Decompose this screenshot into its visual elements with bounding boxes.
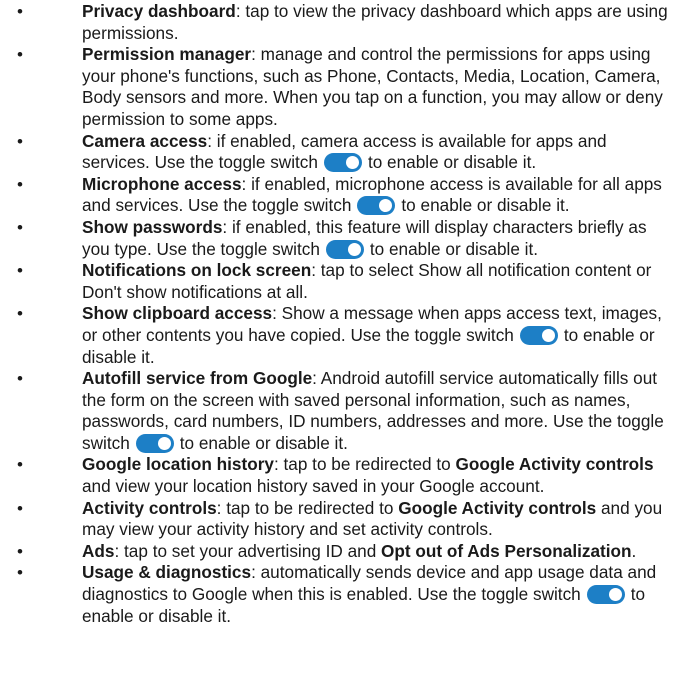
term-autofill-service: Autofill service from Google	[82, 368, 313, 389]
toggle-switch-icon	[325, 239, 364, 259]
description-text: : tap to be redirected to	[273, 454, 451, 475]
list-item-autofill-service: Autofill service from Google: Android au…	[0, 368, 677, 454]
list-item-show-passwords: Show passwords: if enabled, this feature…	[0, 217, 677, 260]
settings-help-document: Privacy dashboard: tap to view the priva…	[0, 0, 677, 690]
toggle-switch-icon	[357, 196, 396, 216]
list-item-ads: Ads: tap to set your advertising ID and …	[0, 541, 677, 563]
list-item-microphone-access: Microphone access: if enabled, microphon…	[0, 174, 677, 217]
description-after-text: to enable or disable it.	[367, 152, 537, 173]
list-item-notifications-on-lock-screen: Notifications on lock screen: tap to sel…	[0, 260, 677, 303]
description-after-text: to enable or disable it.	[369, 238, 539, 259]
toggle-knob	[541, 328, 555, 342]
toggle-knob	[379, 199, 393, 213]
toggle-switch-icon	[135, 433, 174, 453]
term-camera-access: Camera access	[82, 130, 208, 151]
term-permission-manager: Permission manager	[82, 44, 252, 65]
description-text: : tap to be redirected to	[216, 497, 394, 518]
list-item-show-clipboard-access: Show clipboard access: Show a message wh…	[0, 303, 677, 368]
list-item-activity-controls: Activity controls: tap to be redirected …	[0, 498, 677, 541]
toggle-knob	[347, 242, 361, 256]
description-after-text: to enable or disable it.	[401, 195, 570, 216]
toggle-switch-icon	[519, 325, 558, 345]
list-item-usage-diagnostics: Usage & diagnostics: automatically sends…	[0, 562, 677, 627]
term-ads: Ads	[82, 540, 115, 561]
term-privacy-dashboard: Privacy dashboard	[82, 1, 236, 21]
term-notifications-on-lock-screen: Notifications on lock screen	[82, 260, 312, 281]
toggle-knob	[345, 156, 359, 170]
term-usage-diagnostics: Usage & diagnostics	[82, 562, 252, 583]
description-text: : tap to set your advertising ID and	[114, 540, 377, 561]
term-microphone-access: Microphone access	[82, 173, 242, 194]
list-item-permission-manager: Permission manager: manage and control t…	[0, 44, 677, 130]
term-activity-controls: Activity controls	[82, 497, 217, 518]
toggle-knob	[157, 436, 171, 450]
toggle-knob	[608, 588, 622, 602]
emphasis-google-activity-controls: Google Activity controls	[455, 454, 654, 475]
description-after-text: and view your location history saved in …	[82, 476, 545, 497]
list-item-google-location-history: Google location history: tap to be redir…	[0, 454, 677, 497]
term-show-clipboard-access: Show clipboard access	[82, 303, 273, 324]
toggle-switch-icon	[323, 153, 362, 173]
emphasis-opt-out-ads: Opt out of Ads Personalization	[381, 540, 632, 561]
term-show-passwords: Show passwords	[82, 216, 223, 237]
list-item-privacy-dashboard: Privacy dashboard: tap to view the priva…	[0, 1, 677, 44]
toggle-switch-icon	[586, 585, 625, 605]
description-after-text: to enable or disable it.	[179, 432, 348, 453]
term-google-location-history: Google location history	[82, 454, 274, 475]
list-item-camera-access: Camera access: if enabled, camera access…	[0, 131, 677, 174]
privacy-settings-list: Privacy dashboard: tap to view the priva…	[0, 0, 677, 627]
description-after-text: .	[631, 540, 637, 561]
emphasis-google-activity-controls: Google Activity controls	[398, 497, 597, 518]
